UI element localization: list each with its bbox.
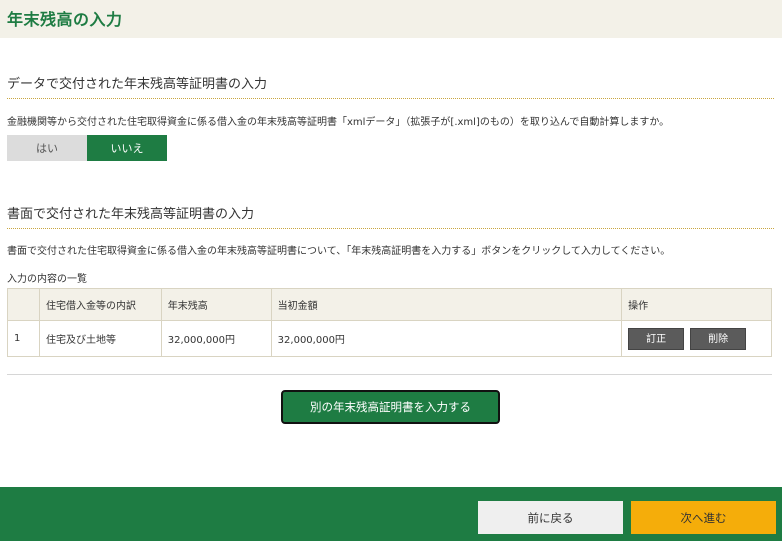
xml-yes-button[interactable]: はい [7, 135, 87, 161]
table-header-row: 住宅借入金等の内訳 年末残高 当初金額 操作 [7, 288, 772, 321]
xml-no-button[interactable]: いいえ [87, 135, 167, 161]
column-header-year-end: 年末残高 [160, 288, 272, 321]
data-section-divider [7, 98, 774, 99]
list-caption: 入力の内容の一覧 [7, 274, 87, 285]
column-header-actions: 操作 [621, 288, 772, 321]
next-button[interactable]: 次へ進む [631, 501, 776, 534]
paper-section-description: 書面で交付された住宅取得資金に係る借入金の年末残高等証明書について、「年末残高証… [7, 246, 671, 257]
add-certificate-button[interactable]: 別の年末残高証明書を入力する [281, 390, 500, 424]
footer-bar: 前に戻る 次へ進む [0, 487, 782, 541]
row-number: 1 [7, 320, 40, 357]
entries-table: 住宅借入金等の内訳 年末残高 当初金額 操作 1 住宅及び土地等 32,000,… [7, 288, 772, 357]
delete-button[interactable]: 削除 [690, 327, 747, 350]
page-header: 年末残高の入力 [0, 0, 782, 38]
data-section-description: 金融機関等から交付された住宅取得資金に係る借入金の年末残高等証明書「xmlデータ… [7, 117, 670, 128]
row-initial-amount: 32,000,000円 [270, 320, 623, 357]
row-actions: 訂正 削除 [621, 320, 772, 357]
data-section-heading: データで交付された年末残高等証明書の入力 [7, 77, 268, 92]
page-title: 年末残高の入力 [7, 10, 123, 29]
table-separator [7, 374, 772, 375]
paper-section-divider [7, 228, 774, 229]
back-button[interactable]: 前に戻る [478, 501, 623, 534]
paper-section-heading: 書面で交付された年末残高等証明書の入力 [7, 207, 255, 222]
column-header-kind: 住宅借入金等の内訳 [38, 288, 162, 321]
row-year-end-balance: 32,000,000円 [160, 320, 272, 357]
edit-button[interactable]: 訂正 [628, 327, 685, 350]
row-kind: 住宅及び土地等 [38, 320, 162, 357]
table-row: 1 住宅及び土地等 32,000,000円 32,000,000円 訂正 削除 [7, 320, 772, 357]
column-header-initial: 当初金額 [270, 288, 623, 321]
column-header-no [7, 288, 40, 321]
